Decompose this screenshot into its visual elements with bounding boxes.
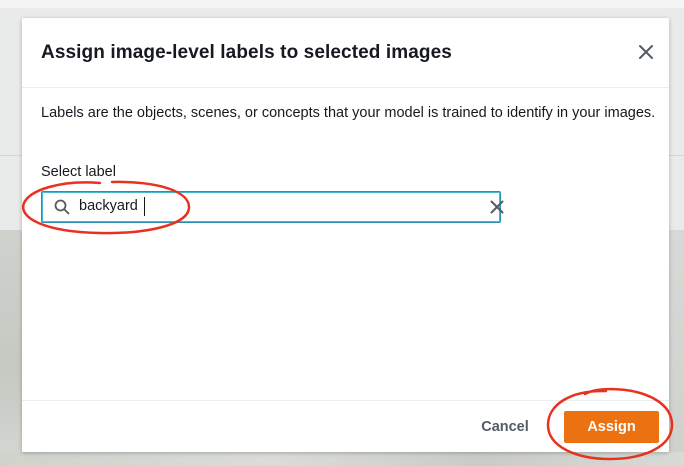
label-search-input[interactable]: backyard <box>79 198 138 214</box>
clear-icon <box>490 200 504 214</box>
close-button[interactable] <box>634 40 658 64</box>
background-image-bottom <box>0 452 684 466</box>
modal-header: Assign image-level labels to selected im… <box>22 18 669 88</box>
cancel-button[interactable]: Cancel <box>474 414 536 440</box>
text-cursor <box>144 197 145 216</box>
background-image-right <box>669 230 684 466</box>
modal-body: Labels are the objects, scenes, or conce… <box>22 88 669 400</box>
close-icon <box>639 45 653 59</box>
clear-search-button[interactable] <box>489 199 505 215</box>
modal-title: Assign image-level labels to selected im… <box>41 42 452 63</box>
modal-footer: Cancel Assign <box>22 400 669 453</box>
select-label-heading: Select label <box>41 164 116 180</box>
search-icon <box>54 199 70 215</box>
assign-button[interactable]: Assign <box>564 411 659 443</box>
assign-labels-modal: Assign image-level labels to selected im… <box>22 18 669 452</box>
background-divider-right <box>669 155 684 156</box>
background-top-strip <box>0 0 684 8</box>
label-search-field[interactable]: backyard <box>41 191 504 223</box>
background-divider-left <box>0 155 22 156</box>
background-image-left <box>0 230 22 466</box>
modal-description: Labels are the objects, scenes, or conce… <box>41 105 656 121</box>
